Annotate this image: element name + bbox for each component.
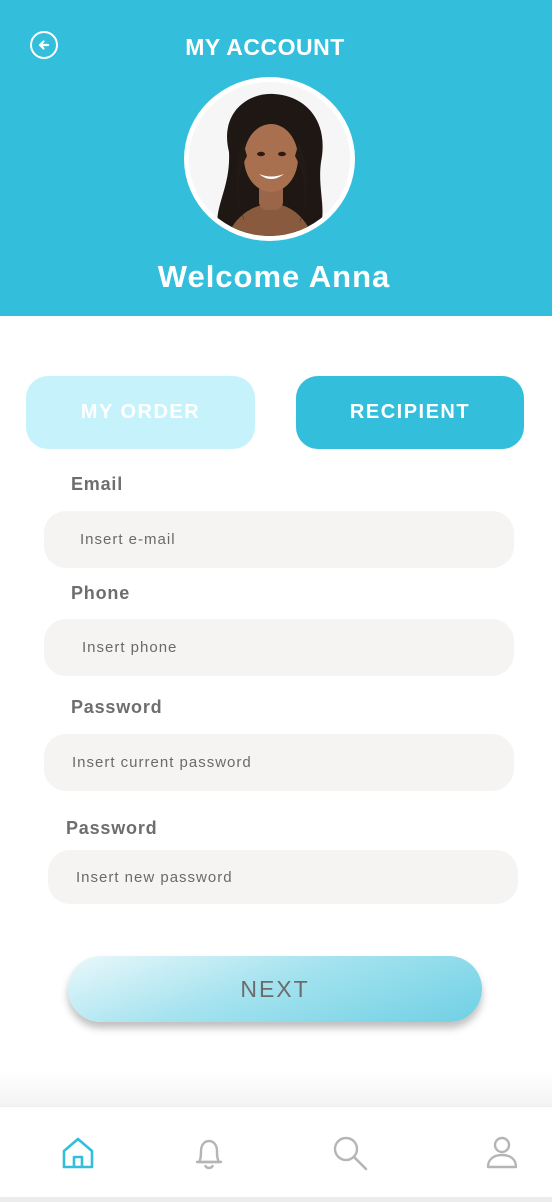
home-icon bbox=[62, 1137, 94, 1169]
avatar-photo bbox=[189, 82, 350, 236]
nav-shadow bbox=[0, 1070, 552, 1106]
nav-home[interactable] bbox=[58, 1133, 98, 1173]
search-icon bbox=[333, 1136, 368, 1171]
email-label: Email bbox=[71, 474, 124, 494]
welcome-message: Welcome Anna bbox=[157, 259, 391, 294]
account-header: MY ACCOUNT Welcome Anna bbox=[0, 0, 552, 316]
next-button[interactable]: NEXT bbox=[68, 956, 482, 1022]
email-field[interactable] bbox=[80, 531, 514, 548]
nav-search[interactable] bbox=[330, 1133, 370, 1173]
user-icon bbox=[486, 1136, 518, 1169]
new-password-field-wrapper bbox=[48, 850, 518, 904]
tab-recipient[interactable]: RECIPIENT bbox=[296, 376, 524, 449]
new-password-label: Password bbox=[66, 818, 158, 838]
bottom-edge bbox=[0, 1197, 552, 1202]
page-title: MY ACCOUNT bbox=[185, 34, 345, 60]
nav-profile[interactable] bbox=[482, 1133, 522, 1173]
phone-field[interactable] bbox=[82, 639, 514, 656]
tab-my-order[interactable]: MY ORDER bbox=[26, 376, 255, 449]
new-password-field[interactable] bbox=[76, 868, 518, 886]
current-password-field-wrapper bbox=[44, 734, 514, 791]
avatar bbox=[184, 77, 355, 241]
current-password-label: Password bbox=[71, 697, 163, 717]
email-field-wrapper bbox=[44, 511, 514, 568]
bottom-nav bbox=[0, 1106, 552, 1198]
phone-field-wrapper bbox=[44, 619, 514, 676]
bell-icon bbox=[195, 1139, 223, 1170]
nav-notifications[interactable] bbox=[189, 1133, 229, 1173]
current-password-field[interactable] bbox=[72, 754, 514, 771]
phone-label: Phone bbox=[71, 583, 131, 603]
